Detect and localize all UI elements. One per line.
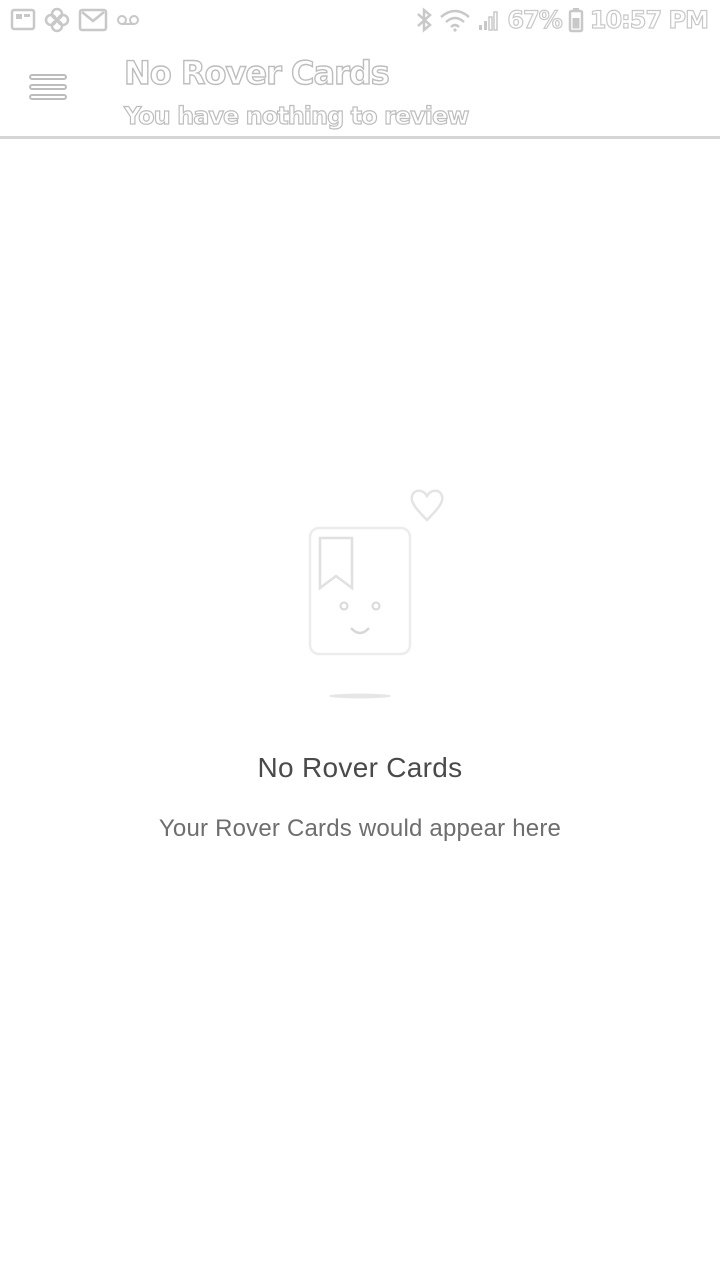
image-notification-icon (10, 8, 36, 32)
app-bar: No Rover Cards You have nothing to revie… (0, 40, 720, 139)
empty-state-title: No Rover Cards (257, 752, 463, 783)
pinwheel-notification-icon (44, 7, 70, 33)
bluetooth-icon (415, 7, 433, 33)
wifi-icon (439, 8, 471, 32)
battery-icon (568, 7, 584, 33)
empty-state-message: Your Rover Cards would appear here (158, 815, 562, 842)
signal-icon (477, 8, 501, 32)
status-bar-system: 67% 10:57 PM (415, 5, 710, 35)
hamburger-menu-icon (28, 72, 68, 107)
smiling-card-with-heart-icon (290, 480, 460, 710)
gmail-icon (78, 8, 108, 32)
status-bar: 67% 10:57 PM (0, 0, 720, 40)
battery-percentage: 67% (507, 5, 564, 34)
voicemail-icon (116, 13, 140, 27)
menu-button[interactable] (22, 66, 74, 112)
heart-icon (410, 489, 444, 522)
screen: 67% 10:57 PM No Rover Cards You have not… (0, 0, 720, 1280)
status-bar-notifications (10, 6, 140, 34)
status-time: 10:57 PM (589, 5, 709, 34)
page-subtitle: You have nothing to review (123, 101, 470, 130)
page-title: No Rover Cards (123, 53, 390, 92)
